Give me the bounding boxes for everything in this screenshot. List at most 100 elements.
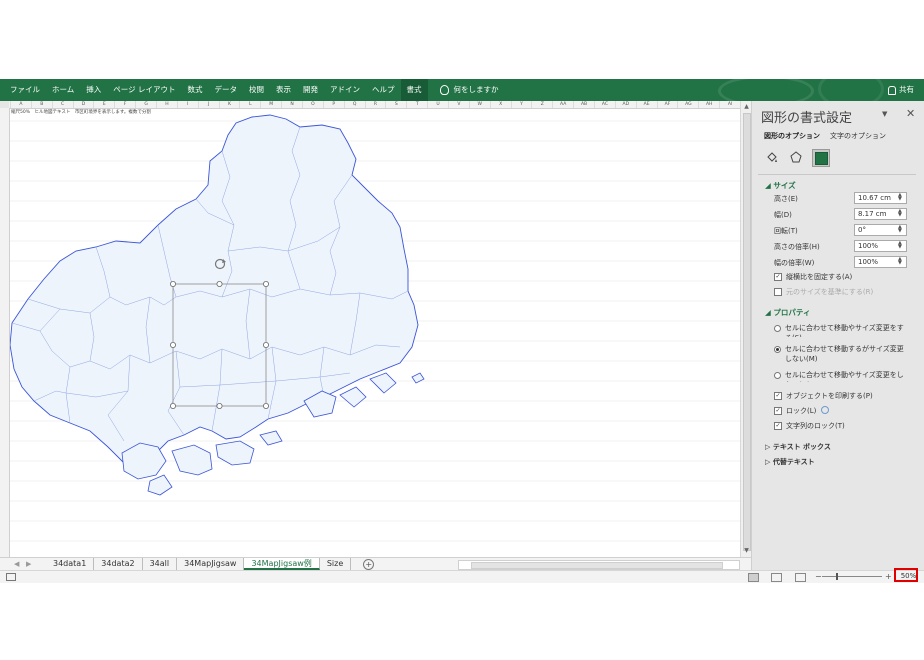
sheet-tab[interactable]: 34MapJigsaw <box>177 558 245 570</box>
sheet-tab[interactable]: 34data1 <box>46 558 95 570</box>
column-header-cell[interactable]: U <box>427 101 448 108</box>
tab-insert[interactable]: 挿入 <box>80 79 107 101</box>
move-no-size-radio[interactable]: セルに合わせて移動するがサイズ変更しない(M) <box>774 344 909 364</box>
scroll-down-icon[interactable]: ▼ <box>743 547 750 555</box>
column-header-cell[interactable]: A <box>10 101 31 108</box>
column-header-cell[interactable]: AB <box>573 101 594 108</box>
column-header-cell[interactable]: G <box>135 101 156 108</box>
relative-original-checkbox[interactable]: 元のサイズを基準にする(R) <box>774 287 909 297</box>
zoom-slider[interactable] <box>822 576 882 577</box>
height-spinner-icon[interactable]: ▲ ▼ <box>898 193 902 202</box>
tab-format[interactable]: 書式 <box>400 79 428 101</box>
macro-record-icon[interactable] <box>6 573 16 581</box>
tab-formulas[interactable]: 数式 <box>182 79 209 101</box>
tab-developer[interactable]: 開発 <box>297 79 324 101</box>
tab-data[interactable]: データ <box>209 79 244 101</box>
tab-home[interactable]: ホーム <box>46 79 80 101</box>
sheet-tab[interactable]: Size <box>320 558 352 570</box>
alt-text-section-header[interactable]: ▷ 代替テキスト <box>765 457 815 467</box>
column-header-cell[interactable]: P <box>322 101 344 108</box>
effects-icon[interactable] <box>788 149 804 165</box>
worksheet-grid[interactable]: A B C D E F G H I J K L M N O P Q R S T U V W X Y Z AA AB AC AD AE AF AG… <box>0 101 740 557</box>
add-sheet-button[interactable]: + <box>363 559 375 570</box>
column-header-cell[interactable]: N <box>281 101 302 108</box>
column-header-cell[interactable]: L <box>239 101 260 108</box>
move-size-radio[interactable]: セルに合わせて移動やサイズ変更をする(S) <box>774 323 909 337</box>
lock-checkbox[interactable]: ✓ ロック(L) <box>774 406 909 416</box>
sheet-tab-active[interactable]: 34MapJigsaw例 <box>244 558 320 570</box>
info-icon[interactable] <box>821 406 830 414</box>
column-header-cell[interactable]: Y <box>510 101 532 108</box>
column-header-cell[interactable]: V <box>448 101 469 108</box>
column-header-cell[interactable]: AI <box>719 101 740 108</box>
resize-handle-s[interactable] <box>216 402 223 409</box>
textbox-section-header[interactable]: ▷ テキスト ボックス <box>765 442 831 452</box>
column-header-cell[interactable]: S <box>385 101 406 108</box>
tab-page-layout[interactable]: ページ レイアウト <box>107 79 181 101</box>
sheet-tab[interactable]: 34data2 <box>94 558 143 570</box>
width-spinner-icon[interactable]: ▲ ▼ <box>898 209 902 218</box>
zoom-slider-thumb[interactable] <box>836 573 838 580</box>
resize-handle-sw[interactable] <box>169 402 176 409</box>
column-header-cell[interactable]: T <box>406 101 427 108</box>
resize-handle-se[interactable] <box>262 402 269 409</box>
print-object-checkbox[interactable]: ✓ オブジェクトを印刷する(P) <box>774 391 909 401</box>
resize-handle-n[interactable] <box>216 280 223 287</box>
close-icon[interactable]: ✕ <box>906 107 915 120</box>
column-header-cell[interactable]: AA <box>552 101 573 108</box>
column-header-cell[interactable]: AF <box>656 101 678 108</box>
tab-review[interactable]: 校閲 <box>243 79 270 101</box>
tab-text-options[interactable]: 文字のオプション <box>830 131 886 141</box>
column-header-cell[interactable]: Z <box>531 101 552 108</box>
column-header-cell[interactable]: D <box>72 101 94 108</box>
column-header-cell[interactable]: I <box>176 101 198 108</box>
column-header-cell[interactable]: AE <box>635 101 657 108</box>
tab-view[interactable]: 表示 <box>270 79 297 101</box>
tell-me-box[interactable]: 何をしますか <box>434 79 505 101</box>
page-layout-view-icon[interactable] <box>771 573 782 582</box>
column-header-cell[interactable]: J <box>197 101 219 108</box>
size-properties-icon[interactable] <box>812 149 830 167</box>
column-headers[interactable]: A B C D E F G H I J K L M N O P Q R S T U V W X Y Z AA AB AC AD AE AF AG… <box>0 101 740 109</box>
resize-handle-nw[interactable] <box>169 280 176 287</box>
share-button[interactable]: 共有 <box>888 79 914 101</box>
row-headers[interactable] <box>0 108 10 557</box>
column-header-cell[interactable]: O <box>302 101 323 108</box>
pane-options-dropdown-icon[interactable]: ▼ <box>882 110 887 118</box>
column-header-cell[interactable]: AC <box>594 101 615 108</box>
vertical-scroll-thumb[interactable] <box>743 113 751 551</box>
fill-line-icon[interactable] <box>764 149 780 165</box>
horizontal-scroll-thumb[interactable] <box>471 562 723 569</box>
lock-text-checkbox[interactable]: ✓ 文字列のロック(T) <box>774 421 909 431</box>
column-header-cell[interactable]: R <box>364 101 386 108</box>
no-move-no-size-radio[interactable]: セルに合わせて移動やサイズ変更をしない(D) <box>774 370 909 382</box>
column-header-cell[interactable]: AD <box>614 101 636 108</box>
sheet-tab[interactable]: 34all <box>143 558 178 570</box>
column-header-cell[interactable]: W <box>468 101 490 108</box>
normal-view-icon[interactable] <box>748 573 759 582</box>
tab-file[interactable]: ファイル <box>4 79 46 101</box>
column-header-cell[interactable]: E <box>93 101 114 108</box>
column-header-cell[interactable]: Q <box>343 101 365 108</box>
size-section-header[interactable]: ◢ サイズ <box>765 180 796 191</box>
column-header-cell[interactable]: AG <box>677 101 698 108</box>
zoom-out-button[interactable]: − <box>815 571 822 582</box>
column-header-cell[interactable]: K <box>218 101 240 108</box>
tab-addins[interactable]: アドイン <box>324 79 366 101</box>
column-header-cell[interactable]: C <box>51 101 73 108</box>
column-header-cell[interactable]: M <box>260 101 281 108</box>
tab-help[interactable]: ヘルプ <box>366 79 401 101</box>
lock-aspect-checkbox[interactable]: ✓ 縦横比を固定する(A) <box>774 272 909 282</box>
horizontal-scrollbar[interactable] <box>458 560 740 570</box>
cell-note-text[interactable]: 縮尺50% ヒル地図テキスト 市区町境界を表示します。複数で分割 <box>11 109 151 115</box>
rotation-spinner-icon[interactable]: ▲ ▼ <box>898 225 902 234</box>
column-header-cell[interactable]: H <box>156 101 177 108</box>
scroll-up-icon[interactable]: ▲ <box>743 103 750 111</box>
tab-shape-options[interactable]: 図形のオプション <box>764 131 820 141</box>
page-break-view-icon[interactable] <box>795 573 806 582</box>
resize-handle-w[interactable] <box>169 341 176 348</box>
resize-handle-ne[interactable] <box>262 280 269 287</box>
column-header-cell[interactable]: X <box>489 101 511 108</box>
scale-height-spinner-icon[interactable]: ▲ ▼ <box>898 241 902 250</box>
select-all-corner[interactable] <box>0 101 9 108</box>
